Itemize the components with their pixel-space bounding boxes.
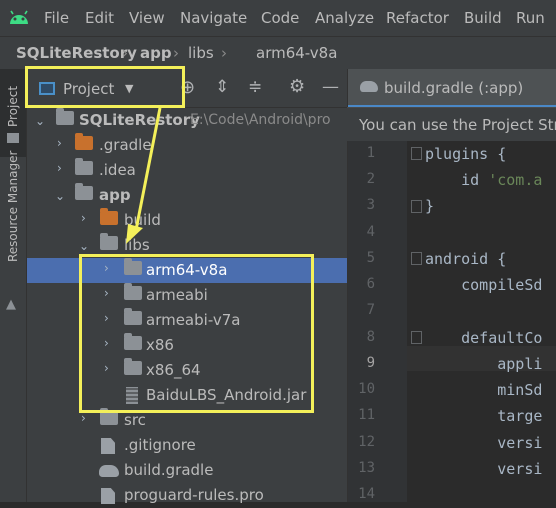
annotation-arrow-icon bbox=[126, 107, 162, 244]
